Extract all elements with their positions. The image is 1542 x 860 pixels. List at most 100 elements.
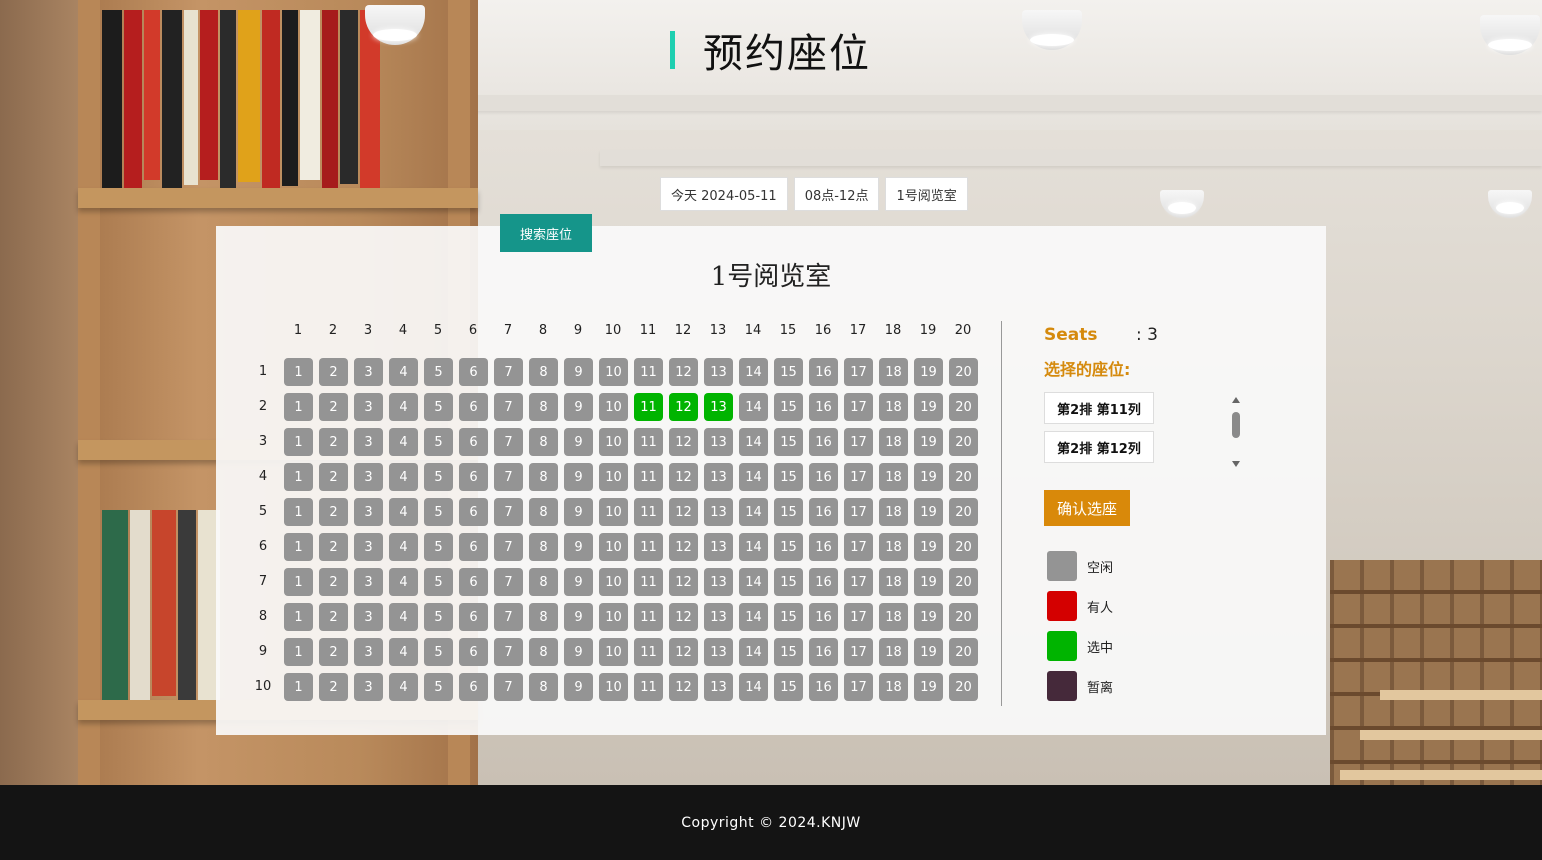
seat-button[interactable]: 18 — [879, 428, 908, 456]
time-select[interactable]: 08点-12点 — [793, 177, 880, 211]
seat-button[interactable]: 5 — [424, 393, 453, 421]
seat-button[interactable]: 9 — [564, 638, 593, 666]
seat-button[interactable]: 4 — [389, 463, 418, 491]
seat-button[interactable]: 11 — [634, 463, 663, 491]
seat-button[interactable]: 19 — [914, 498, 943, 526]
seat-button[interactable]: 3 — [354, 428, 383, 456]
seat-button[interactable]: 13 — [704, 498, 733, 526]
seat-button[interactable]: 8 — [529, 498, 558, 526]
seat-button[interactable]: 11 — [634, 603, 663, 631]
seat-button[interactable]: 11 — [634, 393, 663, 421]
seat-button[interactable]: 5 — [424, 498, 453, 526]
seat-button[interactable]: 6 — [459, 603, 488, 631]
seat-button[interactable]: 14 — [739, 358, 768, 386]
seat-button[interactable]: 6 — [459, 533, 488, 561]
seat-button[interactable]: 14 — [739, 498, 768, 526]
seat-button[interactable]: 3 — [354, 358, 383, 386]
seat-button[interactable]: 1 — [284, 428, 313, 456]
seat-button[interactable]: 8 — [529, 638, 558, 666]
seat-button[interactable]: 8 — [529, 568, 558, 596]
seat-button[interactable]: 1 — [284, 393, 313, 421]
seat-button[interactable]: 16 — [809, 393, 838, 421]
seat-button[interactable]: 20 — [949, 673, 978, 701]
seat-button[interactable]: 8 — [529, 393, 558, 421]
seat-button[interactable]: 13 — [704, 638, 733, 666]
scroll-down-icon[interactable] — [1232, 461, 1240, 467]
seat-button[interactable]: 6 — [459, 428, 488, 456]
seat-button[interactable]: 20 — [949, 393, 978, 421]
seat-button[interactable]: 19 — [914, 568, 943, 596]
seat-button[interactable]: 15 — [774, 393, 803, 421]
seat-button[interactable]: 16 — [809, 533, 838, 561]
seat-button[interactable]: 4 — [389, 568, 418, 596]
seat-button[interactable]: 3 — [354, 498, 383, 526]
seat-button[interactable]: 18 — [879, 358, 908, 386]
seat-button[interactable]: 11 — [634, 428, 663, 456]
seat-button[interactable]: 19 — [914, 463, 943, 491]
seat-button[interactable]: 5 — [424, 358, 453, 386]
seat-button[interactable]: 7 — [494, 428, 523, 456]
seat-button[interactable]: 12 — [669, 358, 698, 386]
seat-button[interactable]: 18 — [879, 673, 908, 701]
seat-button[interactable]: 12 — [669, 498, 698, 526]
seat-button[interactable]: 5 — [424, 428, 453, 456]
seat-button[interactable]: 12 — [669, 673, 698, 701]
seat-button[interactable]: 13 — [704, 358, 733, 386]
seat-button[interactable]: 15 — [774, 533, 803, 561]
seat-button[interactable]: 2 — [319, 498, 348, 526]
seat-button[interactable]: 15 — [774, 358, 803, 386]
seat-button[interactable]: 13 — [704, 603, 733, 631]
seat-button[interactable]: 5 — [424, 603, 453, 631]
seat-button[interactable]: 19 — [914, 393, 943, 421]
seat-button[interactable]: 11 — [634, 568, 663, 596]
seat-button[interactable]: 10 — [599, 568, 628, 596]
seat-button[interactable]: 20 — [949, 428, 978, 456]
seat-button[interactable]: 8 — [529, 603, 558, 631]
seat-button[interactable]: 4 — [389, 358, 418, 386]
seat-button[interactable]: 11 — [634, 498, 663, 526]
seat-button[interactable]: 14 — [739, 603, 768, 631]
seat-button[interactable]: 14 — [739, 393, 768, 421]
seat-button[interactable]: 20 — [949, 638, 978, 666]
seat-button[interactable]: 7 — [494, 393, 523, 421]
seat-button[interactable]: 16 — [809, 638, 838, 666]
seat-button[interactable]: 13 — [704, 463, 733, 491]
seat-button[interactable]: 14 — [739, 673, 768, 701]
scroll-up-icon[interactable] — [1232, 397, 1240, 403]
seat-button[interactable]: 4 — [389, 638, 418, 666]
seat-button[interactable]: 17 — [844, 533, 873, 561]
seat-button[interactable]: 6 — [459, 673, 488, 701]
seat-button[interactable]: 19 — [914, 358, 943, 386]
seat-button[interactable]: 19 — [914, 428, 943, 456]
seat-button[interactable]: 9 — [564, 428, 593, 456]
seat-button[interactable]: 14 — [739, 463, 768, 491]
seat-button[interactable]: 6 — [459, 568, 488, 596]
date-select[interactable]: 今天 2024-05-11 — [660, 177, 788, 211]
seat-button[interactable]: 5 — [424, 568, 453, 596]
seat-button[interactable]: 5 — [424, 673, 453, 701]
seat-button[interactable]: 13 — [704, 428, 733, 456]
seat-button[interactable]: 15 — [774, 568, 803, 596]
seat-button[interactable]: 20 — [949, 568, 978, 596]
seat-button[interactable]: 3 — [354, 533, 383, 561]
seat-button[interactable]: 10 — [599, 463, 628, 491]
seat-button[interactable]: 14 — [739, 428, 768, 456]
seat-button[interactable]: 19 — [914, 603, 943, 631]
seat-button[interactable]: 10 — [599, 603, 628, 631]
seat-button[interactable]: 16 — [809, 358, 838, 386]
seat-button[interactable]: 12 — [669, 533, 698, 561]
seat-button[interactable]: 10 — [599, 498, 628, 526]
seat-button[interactable]: 16 — [809, 568, 838, 596]
seat-button[interactable]: 16 — [809, 498, 838, 526]
seat-button[interactable]: 2 — [319, 358, 348, 386]
seat-button[interactable]: 14 — [739, 533, 768, 561]
seat-button[interactable]: 4 — [389, 393, 418, 421]
seat-button[interactable]: 1 — [284, 533, 313, 561]
seat-button[interactable]: 7 — [494, 463, 523, 491]
seat-button[interactable]: 9 — [564, 568, 593, 596]
seat-button[interactable]: 5 — [424, 533, 453, 561]
seat-button[interactable]: 17 — [844, 428, 873, 456]
seat-button[interactable]: 17 — [844, 358, 873, 386]
seat-button[interactable]: 7 — [494, 533, 523, 561]
seat-button[interactable]: 13 — [704, 393, 733, 421]
